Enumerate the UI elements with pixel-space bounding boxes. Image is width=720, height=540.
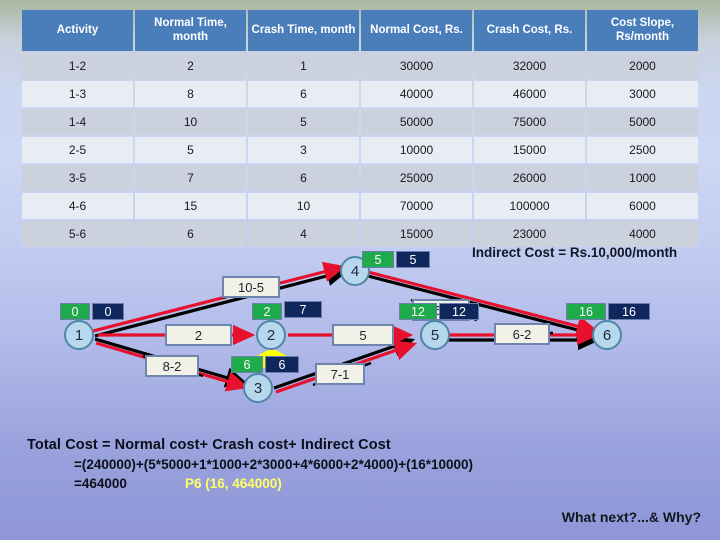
cell-normal-cost: 25000	[361, 165, 472, 192]
cell-crash-cost: 32000	[474, 53, 585, 80]
cell-crash-cost: 100000	[474, 193, 585, 220]
table-row: 2-5 5 3 10000 15000 2500	[22, 137, 698, 164]
node-6[interactable]: 6	[592, 320, 622, 350]
col-header-crash-cost: Crash Cost, Rs.	[474, 10, 585, 52]
node-5[interactable]: 5	[420, 320, 450, 350]
node-3-earliest-time: 6	[231, 356, 263, 373]
table-row: 1-2 2 1 30000 32000 2000	[22, 53, 698, 80]
node-1-earliest-time: 0	[60, 303, 90, 320]
cell-crash-time: 10	[248, 193, 359, 220]
cell-normal-cost: 70000	[361, 193, 472, 220]
project-network-diagram: 1 2 3 4 5 6 0 0 2 7 6 6 5 5 12 12 16 16 …	[0, 243, 720, 428]
edge-1-4-red	[92, 261, 347, 333]
indirect-cost-note: Indirect Cost = Rs.10,000/month	[472, 245, 678, 260]
cell-normal-time: 5	[135, 137, 246, 164]
col-header-crash-time: Crash Time, month	[248, 10, 359, 52]
cell-activity: 1-4	[22, 109, 133, 136]
node-2[interactable]: 2	[256, 320, 286, 350]
cell-normal-time: 10	[135, 109, 246, 136]
node-4-earliest-time: 5	[362, 251, 394, 268]
cell-crash-time: 3	[248, 137, 359, 164]
cell-crash-cost: 26000	[474, 165, 585, 192]
cell-activity: 1-2	[22, 53, 133, 80]
table-row: 1-3 8 6 40000 46000 3000	[22, 81, 698, 108]
cell-crash-time: 1	[248, 53, 359, 80]
cell-cost-slope: 6000	[587, 193, 698, 220]
table-header: Activity Normal Time, month Crash Time, …	[22, 10, 698, 52]
cell-normal-cost: 10000	[361, 137, 472, 164]
crash-cost-table: Activity Normal Time, month Crash Time, …	[20, 8, 700, 249]
edge-label-1-4: 10-5	[222, 276, 280, 298]
cell-normal-time: 2	[135, 53, 246, 80]
edge-label-1-3: 8-2	[145, 355, 199, 377]
cell-cost-slope: 2000	[587, 53, 698, 80]
cell-crash-cost: 75000	[474, 109, 585, 136]
node-1[interactable]: 1	[64, 320, 94, 350]
node-1-latest-time: 0	[92, 303, 124, 320]
cell-cost-slope: 2500	[587, 137, 698, 164]
cell-normal-cost: 40000	[361, 81, 472, 108]
node-3[interactable]: 3	[243, 373, 273, 403]
cell-cost-slope: 5000	[587, 109, 698, 136]
col-header-cost-slope: Cost Slope, Rs/month	[587, 10, 698, 52]
table-row: 1-4 10 5 50000 75000 5000	[22, 109, 698, 136]
table-body: 1-2 2 1 30000 32000 2000 1-3 8 6 40000 4…	[22, 53, 698, 248]
total-cost-result-line: =464000	[74, 476, 127, 491]
edge-4-6-red	[367, 270, 600, 337]
cell-crash-cost: 46000	[474, 81, 585, 108]
cell-activity: 2-5	[22, 137, 133, 164]
col-header-normal-time: Normal Time, month	[135, 10, 246, 52]
edge-label-5-6: 6-2	[494, 323, 550, 345]
cell-cost-slope: 3000	[587, 81, 698, 108]
cell-crash-time: 6	[248, 165, 359, 192]
cell-crash-time: 5	[248, 109, 359, 136]
cell-normal-cost: 30000	[361, 53, 472, 80]
table-row: 3-5 7 6 25000 26000 1000	[22, 165, 698, 192]
table-header-row: Activity Normal Time, month Crash Time, …	[22, 10, 698, 52]
total-cost-calculation: Total Cost = Normal cost+ Crash cost+ In…	[27, 437, 697, 491]
total-cost-substitution-line: =(240000)+(5*5000+1*1000+2*3000+4*6000+2…	[74, 457, 473, 472]
cell-activity: 1-3	[22, 81, 133, 108]
cell-crash-time: 6	[248, 81, 359, 108]
cell-activity: 3-5	[22, 165, 133, 192]
node-3-latest-time: 6	[265, 356, 299, 373]
node-2-earliest-time: 2	[252, 303, 282, 320]
cell-normal-cost: 50000	[361, 109, 472, 136]
cell-normal-time: 7	[135, 165, 246, 192]
col-header-normal-cost: Normal Cost, Rs.	[361, 10, 472, 52]
total-cost-formula-line: Total Cost = Normal cost+ Crash cost+ In…	[27, 437, 391, 453]
cell-activity: 4-6	[22, 193, 133, 220]
edge-label-1-2: 2	[165, 324, 232, 346]
edge-label-3-5: 7-1	[315, 363, 365, 385]
node-5-earliest-time: 12	[399, 303, 437, 320]
col-header-activity: Activity	[22, 10, 133, 52]
cell-normal-time: 15	[135, 193, 246, 220]
point-p6-label: P6 (16, 464000)	[184, 476, 282, 491]
node-4-latest-time: 5	[396, 251, 430, 268]
node-5-latest-time: 12	[439, 303, 479, 320]
node-6-earliest-time: 16	[566, 303, 606, 320]
cell-crash-cost: 15000	[474, 137, 585, 164]
node-6-latest-time: 16	[608, 303, 650, 320]
what-next-prompt: What next?...& Why?	[561, 509, 701, 525]
edge-label-2-5: 5	[332, 324, 394, 346]
node-2-latest-time: 7	[284, 301, 322, 318]
table-row: 4-6 15 10 70000 100000 6000	[22, 193, 698, 220]
cell-cost-slope: 1000	[587, 165, 698, 192]
cell-normal-time: 8	[135, 81, 246, 108]
